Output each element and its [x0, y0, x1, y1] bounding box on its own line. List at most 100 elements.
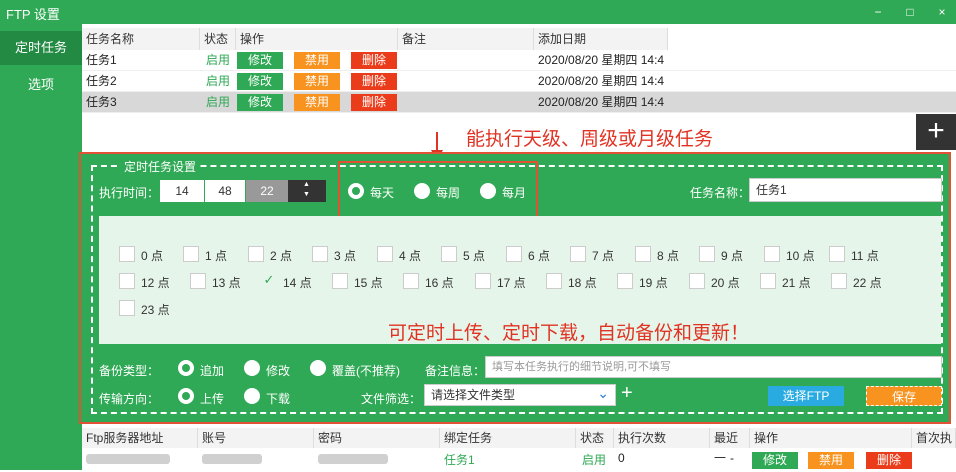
hour-checkbox[interactable] [332, 273, 348, 289]
hour-label: 3 点 [334, 249, 357, 263]
backup-overwrite-radio[interactable] [310, 360, 326, 376]
freq-daily-radio[interactable] [348, 183, 364, 199]
last-exec: - [730, 451, 734, 465]
hour-checkbox[interactable] [377, 246, 393, 262]
freq-monthly-radio[interactable] [480, 183, 496, 199]
spin-up-icon[interactable]: ▲ [303, 181, 310, 188]
spin-down-icon[interactable]: ▼ [303, 191, 310, 198]
table-row[interactable]: 任务1 启用 0 - 修改 禁用 删除 [82, 449, 956, 470]
hour-label: 8 点 [657, 249, 680, 263]
col-header-password[interactable]: 密码 [314, 428, 440, 448]
delete-button[interactable]: 删除 [866, 452, 912, 469]
freq-weekly-radio[interactable] [414, 183, 430, 199]
backup-modify-radio[interactable] [244, 360, 260, 376]
col-header-status[interactable]: 状态 [200, 28, 236, 50]
status-badge: 启用 [206, 53, 231, 67]
hour-checkbox[interactable] [190, 273, 206, 289]
backup-append-radio[interactable] [178, 360, 194, 376]
direction-upload-radio[interactable] [178, 388, 194, 404]
hour-checkbox[interactable] [764, 246, 780, 262]
hour-label: 7 点 [592, 249, 615, 263]
annotation-frequency: 能执行天级、周级或月级任务 [466, 129, 714, 150]
disable-button[interactable]: 禁用 [294, 94, 340, 111]
select-ftp-button[interactable]: 选择FTP [768, 386, 844, 406]
col-header-exec-count[interactable]: 执行次数 [614, 428, 710, 448]
hour-checkbox[interactable] [475, 273, 491, 289]
col-header-task-name[interactable]: 任务名称 [82, 28, 200, 50]
disable-button[interactable]: 禁用 [294, 52, 340, 69]
hour-checkbox[interactable] [570, 246, 586, 262]
note-input[interactable]: 填写本任务执行的细节说明,可不填写 [485, 356, 942, 378]
exec-count: 0 [618, 451, 625, 465]
direction-download-radio[interactable] [244, 388, 260, 404]
edit-button[interactable]: 修改 [752, 452, 798, 469]
task-name: 任务3 [86, 95, 117, 109]
file-filter-label: 文件筛选： [361, 392, 422, 406]
hour-label: 9 点 [721, 249, 744, 263]
minimize-icon[interactable]: − [868, 2, 888, 22]
hour-label: 18 点 [568, 276, 597, 290]
hour-checkbox[interactable] [831, 273, 847, 289]
second-field[interactable]: 22 [246, 180, 288, 202]
col-header-status[interactable]: 状态 [576, 428, 614, 448]
hour-checkbox[interactable] [506, 246, 522, 262]
hour-label: 17 点 [497, 276, 526, 290]
file-filter-select[interactable]: 请选择文件类型 ⌄ [424, 384, 616, 406]
disable-button[interactable]: 禁用 [808, 452, 854, 469]
hour-checkbox[interactable] [119, 246, 135, 262]
add-filter-icon[interactable]: + [621, 382, 633, 405]
col-header-actions[interactable]: 操作 [750, 428, 912, 448]
table-row[interactable]: 任务3 启用 修改 禁用 删除 2020/08/20 星期四 14:4 [82, 92, 956, 113]
backup-overwrite-label: 覆盖(不推荐) [332, 364, 400, 378]
delete-button[interactable]: 删除 [351, 94, 397, 111]
sidebar-item-options[interactable]: 选项 [0, 68, 82, 102]
hour-checkbox[interactable] [760, 273, 776, 289]
hour-checkbox[interactable] [617, 273, 633, 289]
direction-upload-label: 上传 [200, 392, 225, 406]
edit-button[interactable]: 修改 [237, 94, 283, 111]
sidebar-item-scheduled-tasks[interactable]: 定时任务 [0, 31, 82, 65]
delete-button[interactable]: 删除 [351, 52, 397, 69]
delete-button[interactable]: 删除 [351, 73, 397, 90]
col-header-note[interactable]: 备注 [398, 28, 534, 50]
hour-checkbox[interactable] [829, 246, 845, 262]
task-name-input[interactable]: 任务1 [749, 178, 942, 202]
col-header-ftp-address[interactable]: Ftp服务器地址 [82, 428, 198, 448]
add-task-button[interactable]: + [916, 114, 956, 150]
hour-checkbox[interactable] [635, 246, 651, 262]
close-icon[interactable]: × [932, 2, 952, 22]
col-header-actions[interactable]: 操作 [236, 28, 398, 50]
hour-checkbox[interactable] [183, 246, 199, 262]
hour-label: 12 点 [141, 276, 170, 290]
minute-field[interactable]: 48 [205, 180, 245, 202]
chevron-down-icon[interactable]: ⌄ [597, 383, 609, 403]
hour-checkbox[interactable] [312, 246, 328, 262]
hour-label: 16 点 [425, 276, 454, 290]
hour-field[interactable]: 14 [160, 180, 204, 202]
hour-checkbox[interactable] [546, 273, 562, 289]
hour-checkbox[interactable] [119, 273, 135, 289]
maximize-icon[interactable]: □ [900, 2, 920, 22]
hour-checkbox[interactable] [689, 273, 705, 289]
col-header-bound-task[interactable]: 绑定任务 [440, 428, 576, 448]
col-header-last[interactable]: 最近一 [710, 428, 750, 465]
hour-checkbox[interactable]: ✓ [261, 273, 277, 289]
table-row[interactable]: 任务2 启用 修改 禁用 删除 2020/08/20 星期四 14:4 [82, 71, 956, 92]
col-header-account[interactable]: 账号 [198, 428, 314, 448]
edit-button[interactable]: 修改 [237, 73, 283, 90]
table-row[interactable]: 任务1 启用 修改 禁用 删除 2020/08/20 星期四 14:4 [82, 50, 956, 71]
col-header-first-exec[interactable]: 首次执行 [912, 428, 956, 448]
col-header-date[interactable]: 添加日期 [534, 28, 668, 50]
hour-checkbox[interactable] [699, 246, 715, 262]
hour-label: 21 点 [782, 276, 811, 290]
hour-checkbox[interactable] [119, 300, 135, 316]
backup-append-label: 追加 [200, 364, 225, 378]
hour-checkbox[interactable] [441, 246, 457, 262]
time-spinner[interactable]: ▲ ▼ [288, 180, 326, 202]
edit-button[interactable]: 修改 [237, 52, 283, 69]
disable-button[interactable]: 禁用 [294, 73, 340, 90]
hour-checkbox[interactable] [403, 273, 419, 289]
save-button[interactable]: 保存 [866, 386, 942, 406]
hour-label: 22 点 [853, 276, 882, 290]
hour-checkbox[interactable] [248, 246, 264, 262]
